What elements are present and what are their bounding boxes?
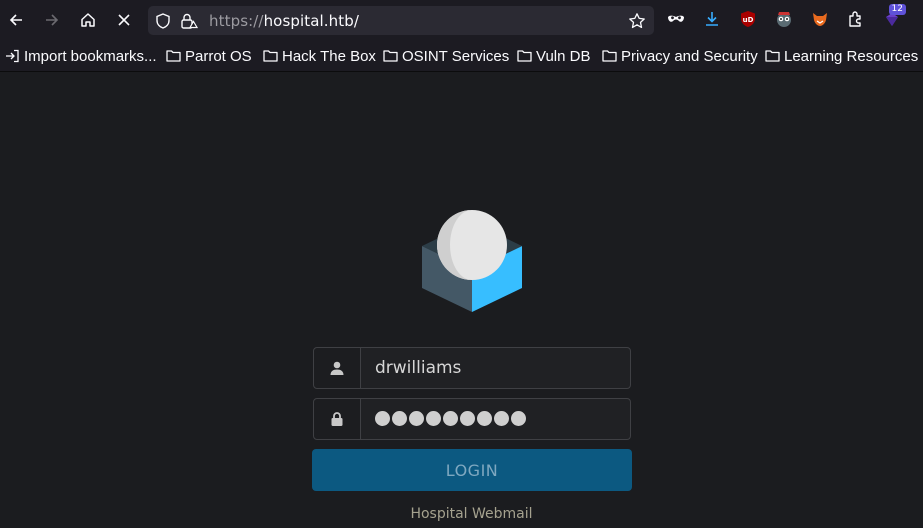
bookmark-folder-vuln-db[interactable]: Vuln DB — [517, 46, 590, 66]
password-dot — [392, 411, 407, 426]
forward-button[interactable] — [38, 6, 66, 34]
browser-toolbar: https://hospital.htb/ uD 12 — [0, 0, 923, 40]
user-icon — [314, 348, 361, 388]
bookmark-folder-osint-services[interactable]: OSINT Services — [383, 46, 509, 66]
footer-text: Hospital Webmail — [410, 506, 533, 522]
bookmark-folder-parrot-os[interactable]: Parrot OS — [166, 46, 252, 66]
back-button[interactable] — [2, 6, 30, 34]
bookmark-label: Hack The Box — [282, 47, 376, 65]
arrow-left-icon — [9, 14, 22, 26]
password-dot — [511, 411, 526, 426]
password-dot — [375, 411, 390, 426]
password-dot — [443, 411, 458, 426]
extension-gem-icon[interactable]: 12 — [880, 4, 906, 31]
home-icon — [81, 13, 95, 27]
bookmark-label: Vuln DB — [536, 47, 591, 65]
stop-loading-button[interactable] — [110, 6, 138, 34]
url-text: https://hospital.htb/ — [209, 12, 359, 30]
bookmark-label: Parrot OS — [185, 47, 252, 65]
password-dot — [426, 411, 441, 426]
password-dot — [409, 411, 424, 426]
bookmark-label: Privacy and Security — [621, 47, 758, 65]
url-host: hospital.htb/ — [263, 12, 360, 30]
login-button[interactable]: LOGIN — [312, 449, 632, 491]
private-browsing-mask-icon[interactable] — [664, 7, 688, 31]
bookmarks-toolbar: Import bookmarks... Parrot OS Hack The B… — [0, 40, 923, 72]
import-icon — [6, 49, 19, 63]
password-mask — [375, 411, 526, 426]
bookmark-label: OSINT Services — [402, 47, 510, 65]
url-scheme: https:// — [209, 12, 264, 30]
extension-badge: 12 — [888, 4, 906, 15]
downloads-icon[interactable] — [700, 7, 724, 31]
home-button[interactable] — [74, 6, 102, 34]
bookmark-star-icon[interactable] — [628, 12, 646, 30]
folder-icon — [602, 50, 617, 62]
bookmark-folder-privacy-and-security[interactable]: Privacy and Security — [602, 46, 758, 66]
bookmark-folder-learning-resources[interactable]: Learning Resources — [765, 46, 918, 66]
address-bar[interactable]: https://hospital.htb/ — [148, 6, 654, 35]
lock-warning-icon[interactable] — [180, 12, 198, 30]
password-field — [313, 398, 631, 440]
close-icon — [118, 14, 130, 26]
folder-icon — [166, 50, 181, 62]
folder-icon — [517, 50, 532, 62]
bookmark-label: Learning Resources — [784, 47, 919, 65]
username-input[interactable] — [361, 348, 630, 388]
folder-icon — [383, 50, 398, 62]
password-dot — [494, 411, 509, 426]
arrow-right-icon — [46, 14, 59, 26]
bookmark-label: Import bookmarks... — [24, 47, 157, 65]
extensions-puzzle-icon[interactable] — [844, 7, 868, 31]
svg-text:uD: uD — [743, 16, 754, 24]
bookmark-import[interactable]: Import bookmarks... — [5, 46, 157, 66]
password-dot — [477, 411, 492, 426]
password-dot — [460, 411, 475, 426]
spy-extension-icon[interactable] — [772, 7, 796, 31]
folder-icon — [263, 50, 278, 62]
foxyproxy-icon[interactable] — [808, 7, 832, 31]
lock-icon — [314, 399, 361, 439]
ublock-origin-icon[interactable]: uD — [736, 7, 760, 31]
username-field — [313, 347, 631, 389]
shield-icon[interactable] — [154, 12, 172, 30]
roundcube-logo-icon — [422, 210, 522, 312]
bookmark-folder-hack-the-box[interactable]: Hack The Box — [263, 46, 376, 66]
folder-icon — [765, 50, 780, 62]
